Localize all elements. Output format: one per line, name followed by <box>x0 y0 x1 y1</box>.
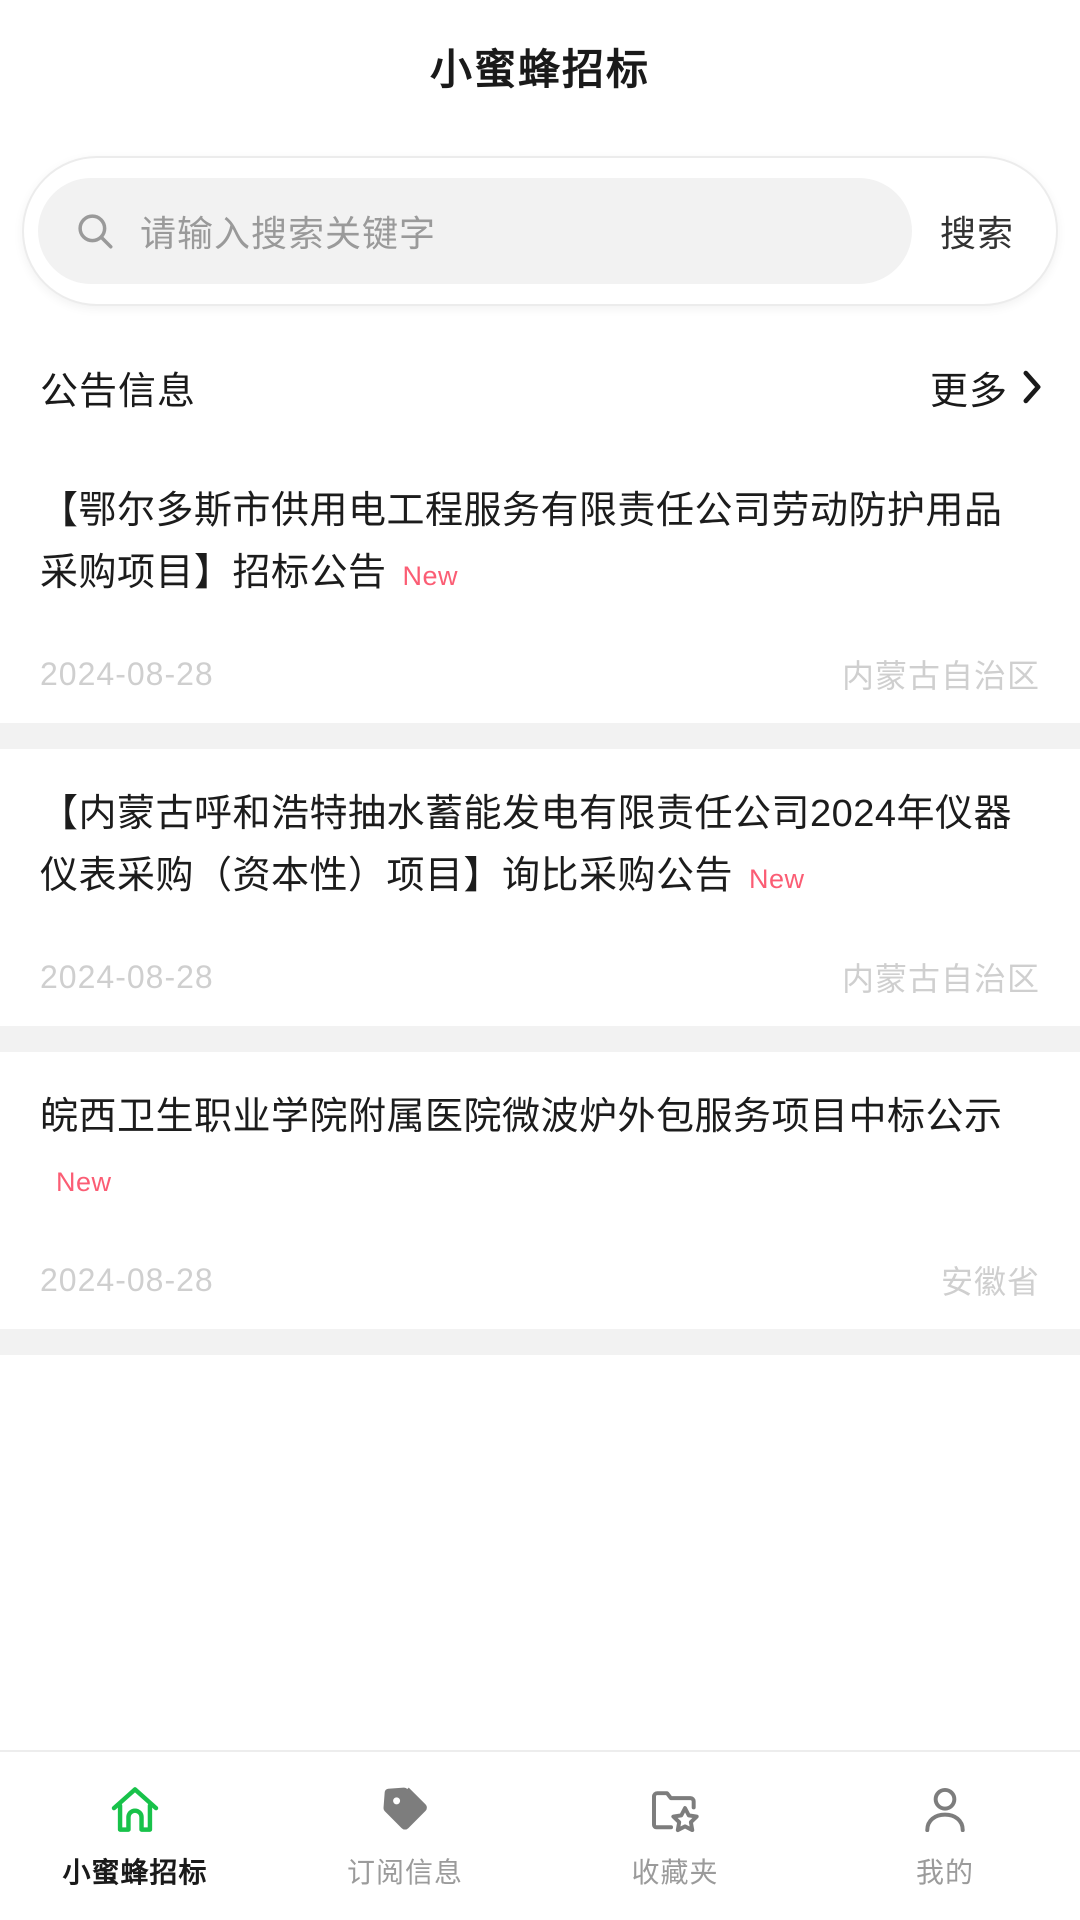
announcement-date: 2024-08-28 <box>40 958 214 995</box>
status-badge: New <box>56 1167 112 1197</box>
search-input[interactable]: 请输入搜索关键字 <box>38 178 912 284</box>
tab-home[interactable]: 小蜜蜂招标 <box>0 1752 270 1920</box>
tab-home-label: 小蜜蜂招标 <box>62 1857 208 1888</box>
search-button[interactable]: 搜索 <box>912 205 1046 257</box>
announcement-title-text: 【鄂尔多斯市供用电工程服务有限责任公司劳动防护用品采购项目】招标公告 <box>40 490 1003 594</box>
announcement-meta: 2024-08-28 安徽省 <box>40 1257 1040 1303</box>
announcement-title-text: 【内蒙古呼和浩特抽水蓄能发电有限责任公司2024年仪器仪表采购（资本性）项目】询… <box>40 793 1013 897</box>
tab-subscriptions[interactable]: 订阅信息 <box>270 1752 540 1920</box>
list-divider <box>0 723 1080 749</box>
status-badge: New <box>749 864 805 894</box>
chevron-right-icon <box>1022 370 1042 404</box>
list-item[interactable]: 【内蒙古呼和浩特抽水蓄能发电有限责任公司2024年仪器仪表采购（资本性）项目】询… <box>0 749 1080 1026</box>
section-title: 公告信息 <box>40 370 197 413</box>
list-item[interactable]: 皖西卫生职业学院附属医院微波炉外包服务项目中标公示 New 2024-08-28 … <box>0 1052 1080 1329</box>
search-placeholder-text: 请输入搜索关键字 <box>140 213 437 254</box>
list-divider <box>0 1026 1080 1052</box>
status-badge: New <box>402 561 459 591</box>
tag-icon <box>376 1781 434 1839</box>
announcement-date: 2024-08-28 <box>40 1261 214 1298</box>
announcement-title: 【鄂尔多斯市供用电工程服务有限责任公司劳动防护用品采购项目】招标公告 New <box>40 480 1040 607</box>
search-section: 请输入搜索关键字 搜索 <box>0 132 1080 328</box>
search-icon <box>74 210 116 252</box>
announcement-title-text: 皖西卫生职业学院附属医院微波炉外包服务项目中标公示 <box>40 1096 1003 1138</box>
person-icon <box>916 1781 974 1839</box>
more-label: 更多 <box>929 370 1008 413</box>
tab-subscriptions-label: 订阅信息 <box>346 1857 463 1888</box>
tab-favorites[interactable]: 收藏夹 <box>540 1752 810 1920</box>
tab-favorites-label: 收藏夹 <box>631 1857 719 1888</box>
announcement-region: 内蒙古自治区 <box>841 658 1040 694</box>
announcement-date: 2024-08-28 <box>40 655 214 692</box>
app-header: 小蜜蜂招标 <box>0 0 1080 132</box>
announcement-meta: 2024-08-28 内蒙古自治区 <box>40 954 1040 1000</box>
tab-profile-label: 我的 <box>915 1857 974 1888</box>
announcement-meta: 2024-08-28 内蒙古自治区 <box>40 651 1040 697</box>
page-title: 小蜜蜂招标 <box>429 45 650 93</box>
announcement-title: 皖西卫生职业学院附属医院微波炉外包服务项目中标公示 New <box>40 1086 1040 1213</box>
home-icon <box>106 1781 164 1839</box>
more-link[interactable]: 更多 <box>930 360 1042 415</box>
section-header: 公告信息 更多 <box>0 328 1080 446</box>
announcement-list: 【鄂尔多斯市供用电工程服务有限责任公司劳动防护用品采购项目】招标公告 New 20… <box>0 446 1080 1355</box>
announcement-region: 内蒙古自治区 <box>841 961 1040 997</box>
list-divider <box>0 1329 1080 1355</box>
announcement-title: 【内蒙古呼和浩特抽水蓄能发电有限责任公司2024年仪器仪表采购（资本性）项目】询… <box>40 783 1040 910</box>
announcement-region: 安徽省 <box>940 1264 1040 1300</box>
tab-profile[interactable]: 我的 <box>810 1752 1080 1920</box>
search-bar[interactable]: 请输入搜索关键字 搜索 <box>22 156 1058 306</box>
folder-star-icon <box>646 1781 704 1839</box>
bottom-navigation: 小蜜蜂招标 订阅信息 收藏夹 我的 <box>0 1750 1080 1920</box>
list-item[interactable]: 【鄂尔多斯市供用电工程服务有限责任公司劳动防护用品采购项目】招标公告 New 20… <box>0 446 1080 723</box>
